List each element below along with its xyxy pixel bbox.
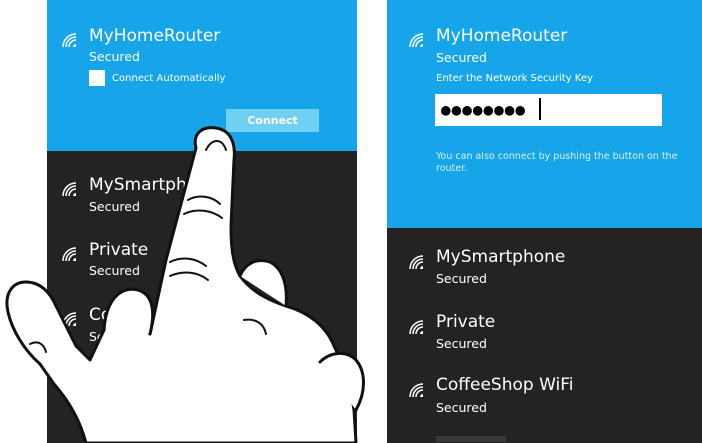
network-status: Secured <box>436 271 487 286</box>
connect-button[interactable]: Connect <box>226 109 319 132</box>
connect-automatically-label: Connect Automatically <box>112 73 226 84</box>
wifi-signal-icon <box>62 376 77 391</box>
wifi-signal-icon <box>62 247 77 262</box>
network-name: Private <box>436 312 496 332</box>
push-button-hint: You can also connect by pushing the butt… <box>436 151 678 174</box>
network-status: Secured <box>89 49 140 64</box>
connect-automatically-checkbox[interactable] <box>89 70 105 86</box>
network-status: Secured <box>436 336 487 351</box>
wifi-signal-icon <box>409 33 424 48</box>
network-flyout-left: MyHomeRouter Secured Connect Automatical… <box>47 0 357 443</box>
selected-network-expanded[interactable]: MyHomeRouter Secured Enter the Network S… <box>387 0 702 228</box>
wifi-signal-icon <box>409 383 424 398</box>
wifi-signal-icon <box>62 33 77 48</box>
network-status: Secured <box>89 199 140 214</box>
network-status: Secured <box>436 50 487 65</box>
text-caret <box>539 98 541 120</box>
security-key-input[interactable]: ●●●●●●●● <box>435 94 662 126</box>
wifi-signal-icon <box>62 312 77 327</box>
network-status: Secured <box>89 263 140 278</box>
selected-network-expanded[interactable]: MyHomeRouter Secured Connect Automatical… <box>47 0 357 151</box>
network-name: CoffeeShop WiFi <box>436 375 574 395</box>
network-name: Library <box>89 369 149 389</box>
network-status: Secured <box>436 400 487 415</box>
network-status: Secured <box>89 329 140 344</box>
partial-list-item <box>436 436 506 442</box>
security-key-prompt: Enter the Network Security Key <box>436 73 593 84</box>
network-name: CoffeeShop WiFi <box>89 305 227 325</box>
network-status: Secured <box>89 393 140 408</box>
wifi-signal-icon <box>409 320 424 335</box>
network-name: MyHomeRouter <box>436 26 568 46</box>
network-name: MySmartphone <box>436 247 566 267</box>
network-name: MySmartphone <box>89 175 219 195</box>
network-flyout-right: MyHomeRouter Secured Enter the Network S… <box>387 0 702 443</box>
network-name: Private <box>89 240 149 260</box>
network-name: MyHomeRouter <box>89 26 221 46</box>
wifi-signal-icon <box>409 255 424 270</box>
wifi-signal-icon <box>62 182 77 197</box>
